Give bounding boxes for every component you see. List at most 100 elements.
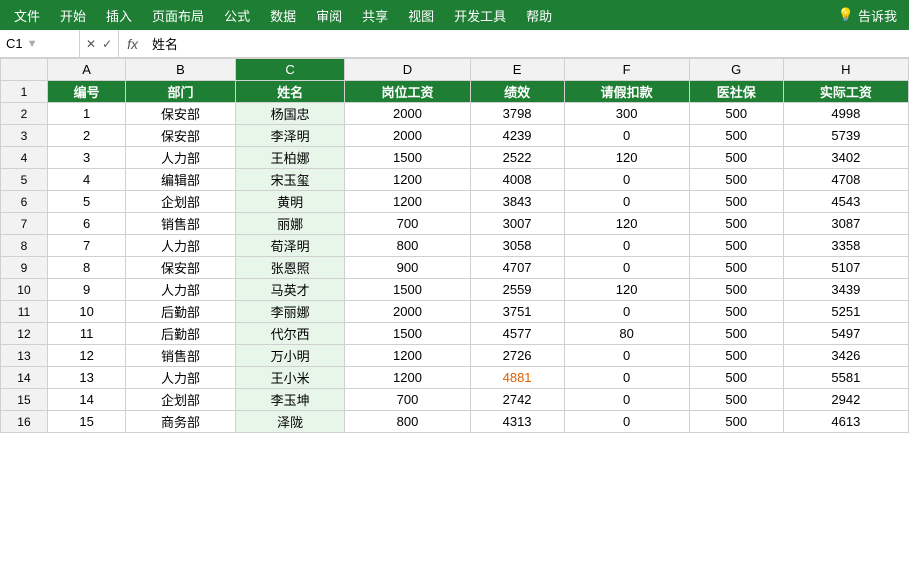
table-cell[interactable]: 0 [564, 257, 689, 279]
table-cell[interactable]: 0 [564, 411, 689, 433]
table-cell[interactable]: 1500 [345, 323, 470, 345]
table-cell[interactable]: 0 [564, 367, 689, 389]
menu-insert[interactable]: 插入 [96, 2, 142, 29]
menu-help[interactable]: 帮助 [516, 2, 562, 29]
table-cell[interactable]: 保安部 [126, 257, 236, 279]
col-header-H[interactable]: H [783, 59, 908, 81]
table-cell[interactable]: 10 [47, 301, 125, 323]
table-cell[interactable]: 5251 [783, 301, 908, 323]
table-cell[interactable]: 500 [689, 389, 783, 411]
table-cell[interactable]: 7 [47, 235, 125, 257]
table-cell[interactable]: 5107 [783, 257, 908, 279]
col-header-G[interactable]: G [689, 59, 783, 81]
table-cell[interactable]: 120 [564, 279, 689, 301]
menu-devtools[interactable]: 开发工具 [444, 2, 516, 29]
menu-review[interactable]: 审阅 [306, 2, 352, 29]
table-cell[interactable]: 15 [47, 411, 125, 433]
table-cell[interactable]: 1200 [345, 367, 470, 389]
col-header-E[interactable]: E [470, 59, 564, 81]
menu-view[interactable]: 视图 [398, 2, 444, 29]
table-cell[interactable]: 4708 [783, 169, 908, 191]
table-cell[interactable]: 500 [689, 345, 783, 367]
menu-file[interactable]: 文件 [4, 2, 50, 29]
table-cell[interactable]: 6 [47, 213, 125, 235]
table-cell[interactable]: 3402 [783, 147, 908, 169]
tell-me-box[interactable]: 💡 告诉我 [830, 6, 905, 25]
table-cell[interactable]: 1500 [345, 279, 470, 301]
table-cell[interactable]: 300 [564, 103, 689, 125]
header-请假扣款[interactable]: 请假扣款 [564, 81, 689, 103]
table-cell[interactable]: 3439 [783, 279, 908, 301]
table-cell[interactable]: 500 [689, 213, 783, 235]
table-cell[interactable]: 80 [564, 323, 689, 345]
table-cell[interactable]: 丽娜 [235, 213, 345, 235]
col-header-A[interactable]: A [47, 59, 125, 81]
table-cell[interactable]: 3358 [783, 235, 908, 257]
header-实际工资[interactable]: 实际工资 [783, 81, 908, 103]
table-cell[interactable]: 1200 [345, 191, 470, 213]
table-cell[interactable]: 销售部 [126, 345, 236, 367]
table-cell[interactable]: 人力部 [126, 235, 236, 257]
table-cell[interactable]: 4998 [783, 103, 908, 125]
table-cell[interactable]: 2726 [470, 345, 564, 367]
table-cell[interactable]: 800 [345, 235, 470, 257]
table-cell[interactable]: 5739 [783, 125, 908, 147]
table-cell[interactable]: 5581 [783, 367, 908, 389]
table-cell[interactable]: 李泽明 [235, 125, 345, 147]
col-header-C[interactable]: C [235, 59, 345, 81]
header-医社保[interactable]: 医社保 [689, 81, 783, 103]
col-header-F[interactable]: F [564, 59, 689, 81]
table-cell[interactable]: 4 [47, 169, 125, 191]
table-cell[interactable]: 0 [564, 125, 689, 147]
table-cell[interactable]: 500 [689, 103, 783, 125]
table-cell[interactable]: 黄明 [235, 191, 345, 213]
table-cell[interactable]: 人力部 [126, 147, 236, 169]
table-cell[interactable]: 2000 [345, 125, 470, 147]
table-cell[interactable]: 荀泽明 [235, 235, 345, 257]
menu-formula[interactable]: 公式 [214, 2, 260, 29]
menu-data[interactable]: 数据 [260, 2, 306, 29]
table-cell[interactable]: 商务部 [126, 411, 236, 433]
table-cell[interactable]: 900 [345, 257, 470, 279]
table-cell[interactable]: 4313 [470, 411, 564, 433]
formula-content[interactable]: 姓名 [146, 34, 909, 53]
table-cell[interactable]: 500 [689, 191, 783, 213]
table-cell[interactable]: 2942 [783, 389, 908, 411]
table-cell[interactable]: 500 [689, 367, 783, 389]
header-姓名[interactable]: 姓名 [235, 81, 345, 103]
table-cell[interactable]: 500 [689, 279, 783, 301]
table-cell[interactable]: 王柏娜 [235, 147, 345, 169]
table-cell[interactable]: 李玉坤 [235, 389, 345, 411]
table-cell[interactable]: 后勤部 [126, 301, 236, 323]
table-cell[interactable]: 4613 [783, 411, 908, 433]
header-编号[interactable]: 编号 [47, 81, 125, 103]
table-cell[interactable]: 代尔西 [235, 323, 345, 345]
table-cell[interactable]: 0 [564, 345, 689, 367]
table-cell[interactable]: 人力部 [126, 279, 236, 301]
col-header-B[interactable]: B [126, 59, 236, 81]
menu-share[interactable]: 共享 [352, 2, 398, 29]
table-cell[interactable]: 14 [47, 389, 125, 411]
table-cell[interactable]: 保安部 [126, 125, 236, 147]
table-cell[interactable]: 700 [345, 389, 470, 411]
table-cell[interactable]: 500 [689, 169, 783, 191]
table-cell[interactable]: 4577 [470, 323, 564, 345]
table-cell[interactable]: 11 [47, 323, 125, 345]
table-cell[interactable]: 120 [564, 147, 689, 169]
table-cell[interactable]: 2000 [345, 103, 470, 125]
table-cell[interactable]: 8 [47, 257, 125, 279]
col-header-D[interactable]: D [345, 59, 470, 81]
table-cell[interactable]: 4008 [470, 169, 564, 191]
header-岗位工资[interactable]: 岗位工资 [345, 81, 470, 103]
table-cell[interactable]: 0 [564, 191, 689, 213]
table-cell[interactable]: 2559 [470, 279, 564, 301]
table-cell[interactable]: 保安部 [126, 103, 236, 125]
table-cell[interactable]: 泽陇 [235, 411, 345, 433]
table-cell[interactable]: 马英才 [235, 279, 345, 301]
table-cell[interactable]: 张恩照 [235, 257, 345, 279]
table-cell[interactable]: 4707 [470, 257, 564, 279]
table-cell[interactable]: 5 [47, 191, 125, 213]
table-cell[interactable]: 12 [47, 345, 125, 367]
table-cell[interactable]: 王小米 [235, 367, 345, 389]
table-cell[interactable]: 2522 [470, 147, 564, 169]
